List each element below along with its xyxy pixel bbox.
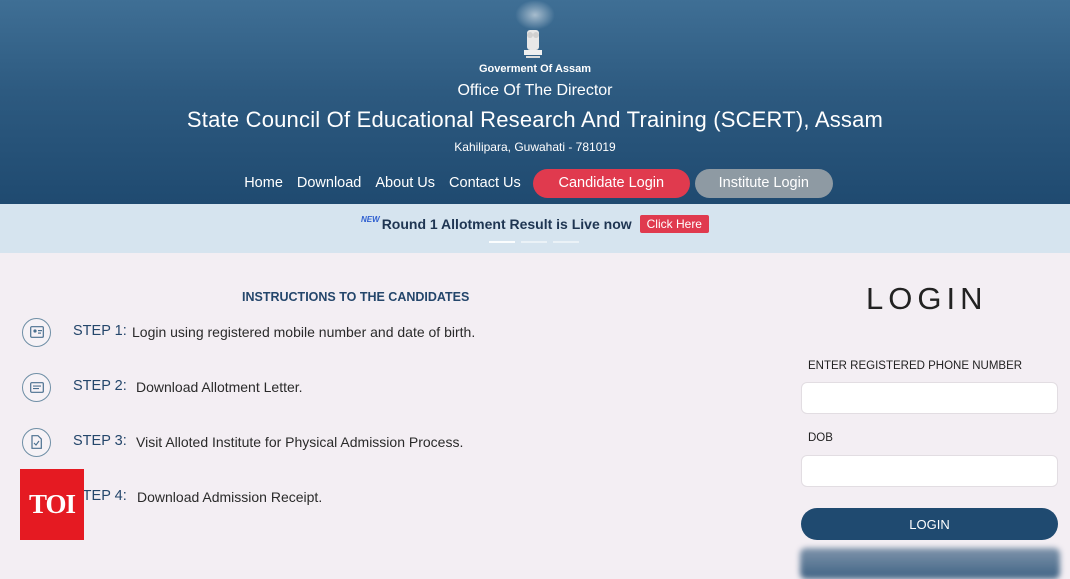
institute-login-button[interactable]: Institute Login: [694, 168, 833, 198]
main-nav: Home Download About Us Contact Us Candid…: [0, 168, 1070, 198]
nav-contact-us[interactable]: Contact Us: [449, 175, 521, 191]
login-heading: LOGIN: [866, 281, 988, 316]
government-label: Goverment Of Assam: [478, 63, 592, 75]
step-item: STEP 1: Login using registered mobile nu…: [22, 317, 475, 347]
carousel-dot[interactable]: [553, 241, 579, 243]
letter-icon: [22, 372, 51, 402]
click-here-button[interactable]: Click Here: [639, 215, 709, 233]
dob-input[interactable]: [801, 455, 1058, 487]
id-card-icon: [22, 317, 51, 347]
site-header: Goverment Of Assam Office Of The Directo…: [0, 0, 1070, 204]
step-label: STEP 2:: [73, 378, 127, 394]
phone-label: ENTER REGISTERED PHONE NUMBER: [808, 360, 1023, 372]
nav-download[interactable]: Download: [297, 175, 362, 191]
step-text: Download Allotment Letter.: [136, 379, 303, 395]
announcement-bar: NEW Round 1 Allotment Result is Live now…: [0, 204, 1070, 253]
phone-input[interactable]: [801, 382, 1058, 414]
address-text: Kahilipara, Guwahati - 781019: [454, 140, 616, 154]
instructions-title: INSTRUCTIONS TO THE CANDIDATES: [242, 290, 470, 304]
announcement-text: Round 1 Allotment Result is Live now: [381, 216, 632, 232]
document-icon: [22, 427, 51, 457]
step-label: STEP 1:: [73, 323, 127, 339]
office-title: Office Of The Director: [457, 82, 613, 99]
new-badge: NEW: [361, 214, 380, 224]
step-item: STEP 3: Visit Alloted Institute for Phys…: [22, 427, 463, 457]
announcement-content: NEW Round 1 Allotment Result is Live now…: [0, 212, 1070, 236]
toi-logo: TOI: [20, 469, 84, 540]
dob-label: DOB: [808, 432, 833, 444]
step-label: STEP 3:: [73, 433, 127, 449]
carousel-dot[interactable]: [521, 241, 547, 243]
candidate-login-button[interactable]: Candidate Login: [532, 168, 690, 198]
emblem-icon: [518, 28, 548, 62]
nav-home[interactable]: Home: [244, 175, 283, 191]
step-text: Visit Alloted Institute for Physical Adm…: [136, 434, 464, 450]
page-title: State Council Of Educational Research An…: [186, 107, 884, 132]
carousel-indicators: [489, 241, 579, 243]
step-item: STEP 2: Download Allotment Letter.: [22, 372, 303, 402]
nav-about-us[interactable]: About Us: [375, 175, 435, 191]
login-button[interactable]: LOGIN: [801, 508, 1058, 540]
step-text: Download Admission Receipt.: [137, 489, 323, 505]
blurred-footer: [800, 548, 1060, 579]
carousel-dot[interactable]: [489, 241, 515, 243]
step-text: Login using registered mobile number and…: [132, 324, 476, 340]
